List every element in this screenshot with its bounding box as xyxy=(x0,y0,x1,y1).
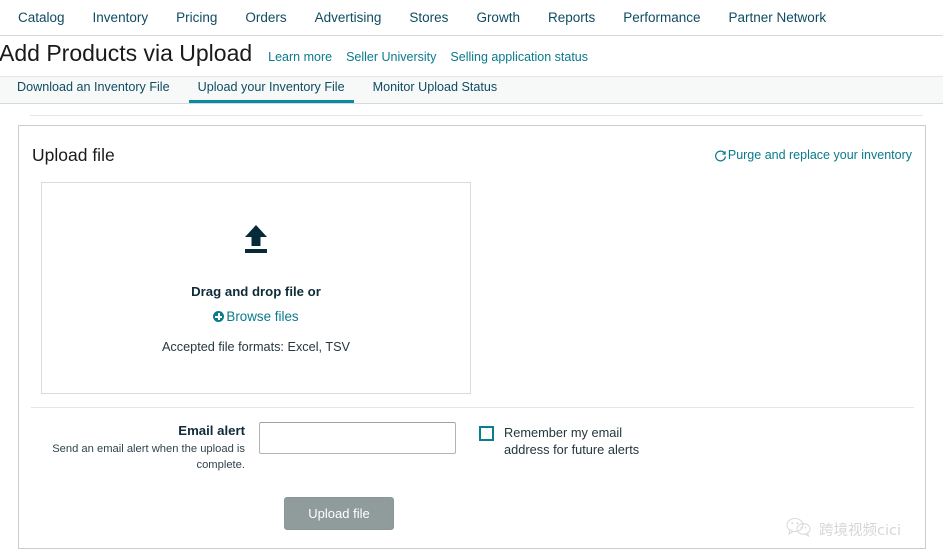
tab-upload-inventory-file[interactable]: Upload your Inventory File xyxy=(188,81,354,103)
watermark: 跨境视频cici xyxy=(786,517,901,542)
top-navigation-bar: Catalog Inventory Pricing Orders Adverti… xyxy=(0,0,943,36)
upload-arrow-icon xyxy=(241,223,271,260)
panel-title: Upload file xyxy=(32,144,115,165)
nav-inventory[interactable]: Inventory xyxy=(93,11,149,25)
page-header: Add Products via Upload Learn more Selle… xyxy=(0,36,943,76)
upload-file-panel: Upload file Purge and replace your inven… xyxy=(18,125,926,549)
nav-reports[interactable]: Reports xyxy=(548,11,595,25)
nav-catalog[interactable]: Catalog xyxy=(18,11,65,25)
link-selling-application-status[interactable]: Selling application status xyxy=(450,50,588,64)
upload-file-button[interactable]: Upload file xyxy=(284,497,394,531)
nav-performance[interactable]: Performance xyxy=(623,11,700,25)
page-title: Add Products via Upload xyxy=(0,40,253,66)
remember-email-label: Remember my email address for future ale… xyxy=(504,425,640,458)
refresh-icon xyxy=(714,150,727,163)
panel-header: Upload file Purge and replace your inven… xyxy=(19,126,925,170)
nav-orders[interactable]: Orders xyxy=(245,11,286,25)
nav-pricing[interactable]: Pricing xyxy=(176,11,217,25)
nav-partner-network[interactable]: Partner Network xyxy=(729,11,827,25)
nav-growth[interactable]: Growth xyxy=(476,11,520,25)
browse-files-button[interactable]: Browse files xyxy=(213,309,299,324)
dropzone-wrapper: Drag and drop file or Browse files Accep… xyxy=(19,170,925,394)
purge-and-replace-link[interactable]: Purge and replace your inventory xyxy=(714,148,912,162)
wechat-icon xyxy=(786,517,812,542)
email-alert-input[interactable] xyxy=(259,422,456,454)
link-learn-more[interactable]: Learn more xyxy=(268,50,332,64)
browse-files-label: Browse files xyxy=(226,309,299,324)
email-alert-description: Send an email alert when the upload is c… xyxy=(52,442,245,472)
nav-advertising[interactable]: Advertising xyxy=(315,11,382,25)
tab-download-inventory-file[interactable]: Download an Inventory File xyxy=(8,81,179,103)
tab-monitor-upload-status[interactable]: Monitor Upload Status xyxy=(364,81,507,103)
remember-email-group: Remember my email address for future ale… xyxy=(479,422,644,459)
email-alert-label: Email alert xyxy=(178,423,245,438)
email-alert-row: Email alert Send an email alert when the… xyxy=(19,408,925,473)
link-seller-university[interactable]: Seller University xyxy=(346,50,436,64)
accepted-formats-text: Accepted file formats: Excel, TSV xyxy=(161,340,351,354)
plus-circle-icon xyxy=(213,311,225,322)
dropzone-drag-text: Drag and drop file or xyxy=(191,284,321,299)
content-top-divider xyxy=(30,115,923,116)
watermark-text: 跨境视频cici xyxy=(818,523,901,539)
main-content: Upload file Purge and replace your inven… xyxy=(0,115,943,549)
purge-link-label: Purge and replace your inventory xyxy=(727,148,912,162)
tab-bar: Download an Inventory File Upload your I… xyxy=(0,76,943,104)
file-dropzone[interactable]: Drag and drop file or Browse files Accep… xyxy=(41,182,471,394)
email-alert-label-column: Email alert Send an email alert when the… xyxy=(19,422,259,473)
nav-stores[interactable]: Stores xyxy=(409,11,448,25)
remember-email-checkbox[interactable] xyxy=(479,426,494,441)
